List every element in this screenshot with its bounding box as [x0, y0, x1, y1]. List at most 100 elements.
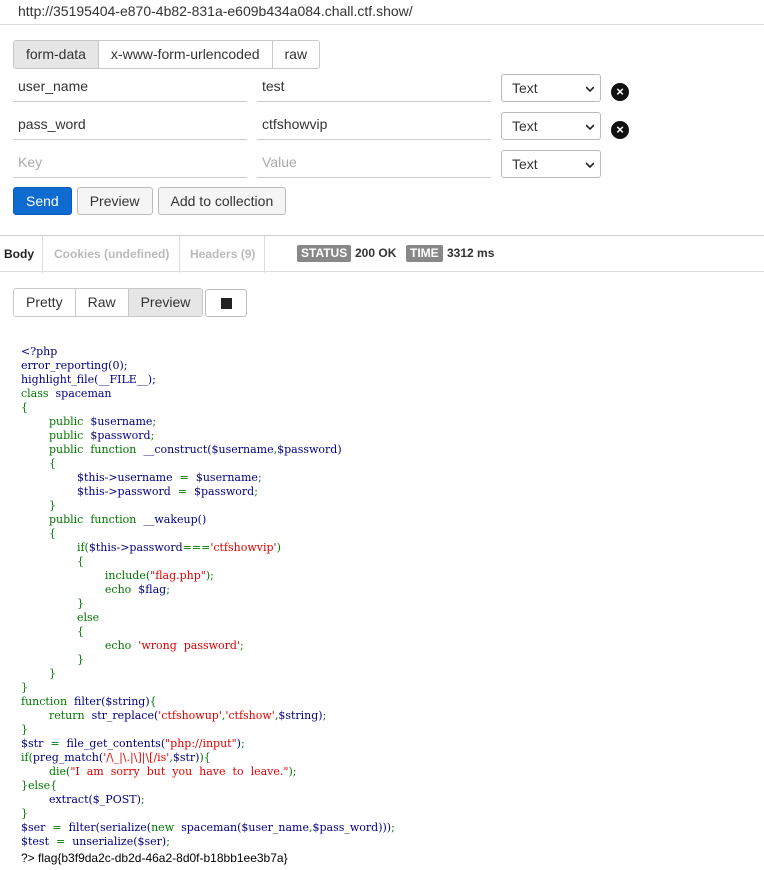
code-token: {	[21, 527, 56, 540]
code-token: __wakeup()	[136, 513, 207, 526]
code-token: 'ctfshowvip'	[210, 541, 277, 554]
param-type-label: Text	[512, 156, 538, 172]
url-bar[interactable]: http://35195404-e870-4b82-831a-e609b434a…	[0, 0, 764, 25]
code-token: return	[21, 709, 85, 722]
param-type-label: Text	[512, 118, 538, 134]
send-button[interactable]: Send	[13, 187, 72, 215]
code-token: ;	[240, 737, 245, 750]
divider	[42, 236, 43, 273]
code-line: if($this->password==='ctfshowvip')	[21, 541, 395, 555]
code-line: }	[21, 667, 395, 681]
code-line: <?php	[21, 345, 395, 359]
param-type-select[interactable]: Text	[501, 150, 601, 178]
remove-param-icon[interactable]: ×	[611, 121, 629, 139]
code-token: ;	[322, 709, 327, 722]
code-token: public	[21, 429, 84, 442]
code-line: {	[21, 401, 395, 415]
code-token: $password	[193, 485, 255, 498]
fullscreen-icon	[221, 298, 232, 309]
code-token: function	[21, 695, 68, 708]
new-key-input[interactable]: Key	[13, 148, 247, 178]
code-line: }	[21, 681, 395, 695]
code-line: class spaceman	[21, 387, 395, 401]
code-token: <?php	[21, 345, 58, 358]
code-token: =	[49, 835, 73, 848]
code-token: ;	[166, 583, 170, 596]
param-key-field[interactable]: user_name	[13, 72, 247, 102]
code-line: }	[21, 723, 395, 737]
code-token: }	[21, 681, 28, 694]
code-token: {	[21, 401, 28, 414]
new-value-input[interactable]: Value	[257, 148, 491, 178]
code-token: $this->password	[21, 485, 171, 498]
code-token: );	[205, 569, 214, 582]
response-source-code: <?php error_reporting(0); highlight_file(_…	[21, 345, 395, 849]
code-line: highlight_file(__FILE__);	[21, 373, 395, 387]
code-line: }	[21, 597, 395, 611]
code-line: $test = unserialize($ser);	[21, 835, 395, 849]
code-line: if(preg_match('/\_|\.|\]|\[/is',$str)){	[21, 751, 395, 765]
tab-headers[interactable]: Headers (9)	[190, 236, 255, 273]
code-token: $this->username	[21, 471, 173, 484]
param-type-select[interactable]: Text	[501, 74, 601, 102]
fullscreen-button[interactable]	[205, 289, 247, 317]
code-token: $password	[83, 429, 151, 442]
tab-cookies[interactable]: Cookies (undefined)	[54, 236, 169, 273]
code-token: =	[170, 485, 194, 498]
code-line: error_reporting(0);	[21, 359, 395, 373]
status-badge: STATUS	[297, 245, 352, 262]
tab-pretty[interactable]: Pretty	[14, 289, 76, 316]
code-token: unserialize($ser)	[72, 835, 167, 848]
code-token: preg_match(	[32, 751, 104, 764]
code-token: ;	[150, 429, 155, 442]
tab-preview[interactable]: Preview	[128, 289, 203, 316]
code-token: include(	[21, 569, 151, 582]
code-token: "flag.php"	[150, 569, 206, 582]
tab-x-www-form-urlencoded[interactable]: x-www-form-urlencoded	[98, 41, 273, 68]
code-token: echo	[21, 639, 132, 652]
code-token: $str	[21, 737, 44, 750]
tab-raw[interactable]: raw	[272, 41, 320, 68]
param-key-field[interactable]: pass_word	[13, 110, 247, 140]
url-text[interactable]: http://35195404-e870-4b82-831a-e609b434a…	[18, 3, 413, 19]
code-token: extract($_POST)	[21, 793, 141, 806]
code-line: public $password;	[21, 429, 395, 443]
code-token: }	[21, 667, 56, 680]
code-token: $this->password	[88, 541, 183, 554]
tab-body[interactable]: Body	[4, 236, 34, 273]
param-value-field[interactable]: test	[257, 72, 491, 102]
code-token: ;	[254, 485, 258, 498]
code-token: $password)	[277, 443, 342, 456]
param-value-field[interactable]: ctfshowvip	[257, 110, 491, 140]
tab-form-data[interactable]: form-data	[14, 41, 99, 68]
code-token: if(	[21, 751, 33, 764]
code-token: =	[43, 737, 67, 750]
request-actions: Send Preview Add to collection	[13, 187, 287, 215]
code-token: $username	[195, 471, 258, 484]
status-value: 200 OK	[355, 246, 397, 260]
code-token: error_reporting(0);	[21, 359, 128, 372]
preview-button[interactable]: Preview	[76, 187, 153, 215]
code-token: {	[21, 625, 84, 638]
add-to-collection-button[interactable]: Add to collection	[157, 187, 287, 215]
new-param-row: Key Value Text	[0, 148, 764, 182]
code-token: }	[21, 653, 84, 666]
code-token: }	[21, 597, 84, 610]
code-token: function	[83, 443, 137, 456]
code-line: }	[21, 653, 395, 667]
code-token: }	[21, 723, 28, 736]
code-token: highlight_file(__FILE__);	[21, 373, 156, 386]
code-line: {	[21, 555, 395, 569]
code-token: "php://input"	[165, 737, 237, 750]
code-token: ;	[166, 835, 170, 848]
time-badge: TIME	[406, 245, 443, 262]
remove-param-icon[interactable]: ×	[611, 83, 629, 101]
code-token: public	[21, 415, 84, 428]
code-token: {	[149, 695, 157, 708]
code-token: )	[276, 541, 281, 554]
tab-raw-view[interactable]: Raw	[75, 289, 129, 316]
code-line: echo 'wrong password';	[21, 639, 395, 653]
code-line: $this->username = $username;	[21, 471, 395, 485]
code-line: return str_replace('ctfshowup','ctfshow'…	[21, 709, 395, 723]
param-type-select[interactable]: Text	[501, 112, 601, 140]
